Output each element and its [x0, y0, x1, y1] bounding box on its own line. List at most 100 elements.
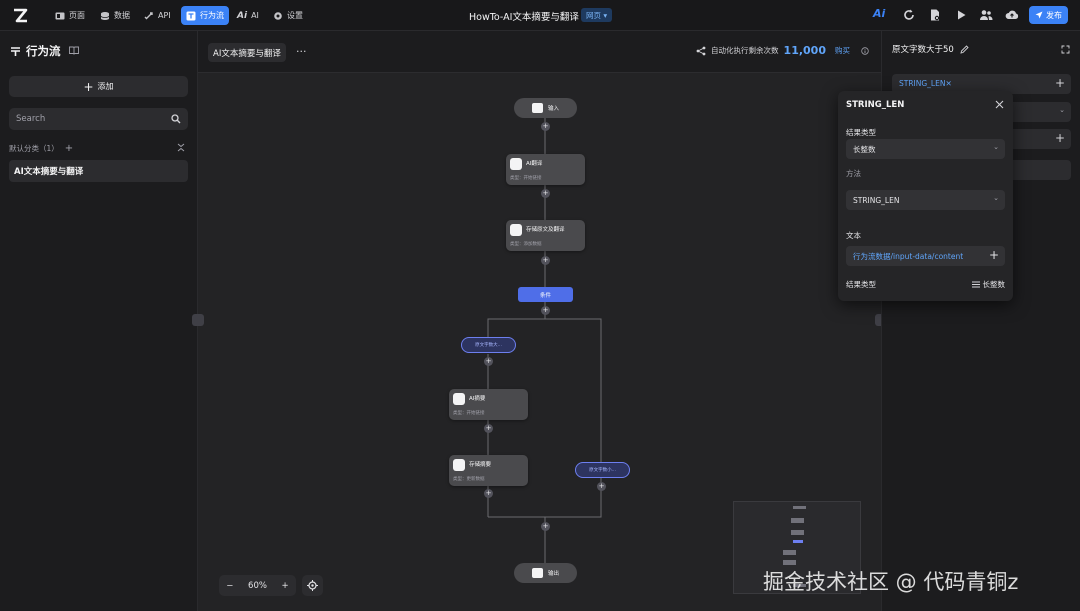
users-icon[interactable] — [979, 8, 993, 22]
nav-item-data[interactable]: 数据 — [95, 6, 135, 25]
output-node-icon — [532, 568, 543, 578]
crosshair-icon — [307, 580, 318, 591]
ai-translate-node[interactable]: AI翻译 类型：开始链接 — [506, 154, 585, 185]
add-icon[interactable]: + — [1055, 76, 1065, 90]
sidebar-title-text: 行为流 — [26, 44, 61, 58]
close-icon[interactable] — [995, 100, 1004, 109]
function-chip[interactable]: STRING_LEN✕ — [899, 79, 952, 88]
output-node[interactable]: 输出 — [514, 563, 577, 583]
ai-summary-node[interactable]: AI摘要 类型：开始链接 — [449, 389, 528, 420]
gear-icon — [274, 11, 282, 20]
nav-item-ai[interactable]: Ai AI — [232, 6, 264, 25]
ai-icon: Ai — [237, 10, 248, 21]
document-settings-icon[interactable] — [928, 8, 942, 22]
sidebar-title: 行为流 — [10, 43, 61, 59]
node-title: AI翻译 — [526, 161, 543, 167]
nav-item-api[interactable]: API — [139, 6, 176, 25]
info-icon[interactable] — [861, 46, 869, 55]
add-node-button[interactable]: + — [541, 306, 550, 315]
save-original-node[interactable]: 存储原文及翻译 类型：添加数据 — [506, 220, 585, 251]
share-nodes-icon — [696, 46, 706, 55]
add-node-button[interactable]: + — [484, 357, 493, 366]
add-node-button[interactable]: + — [484, 489, 493, 498]
nav-item-label: 行为流 — [200, 11, 224, 20]
save-summary-node[interactable]: 存储摘要 类型：更新数据 — [449, 455, 528, 486]
add-node-button[interactable]: + — [597, 482, 606, 491]
ai-assistant-icon[interactable]: Ai — [873, 7, 887, 21]
branch-node[interactable]: 原文字数大... — [461, 337, 516, 353]
add-label: 添加 — [97, 82, 114, 91]
input-node[interactable]: 输入 — [514, 98, 577, 118]
chat-icon — [453, 393, 465, 405]
nav-item-label: 页面 — [69, 11, 85, 20]
chat-icon — [510, 158, 522, 170]
plus-icon: + — [83, 79, 94, 94]
condition-title: 原文字数大于50 — [892, 43, 969, 55]
more-options-icon[interactable]: ··· — [296, 45, 307, 58]
add-node-button[interactable]: + — [484, 424, 493, 433]
search-placeholder: Search — [16, 114, 46, 124]
zoom-in-button[interactable]: + — [282, 581, 289, 591]
text-value: 行为流数据/input-data/content — [853, 251, 964, 261]
book-icon[interactable] — [69, 46, 79, 55]
publish-label: 发布 — [1046, 10, 1062, 20]
collapse-icon[interactable] — [177, 143, 185, 152]
result-type-display: 长整数 — [971, 279, 1005, 290]
add-node-button[interactable]: + — [541, 122, 550, 131]
database-icon — [510, 224, 522, 236]
logo-icon[interactable] — [12, 7, 29, 24]
branch-node[interactable]: 原文字数小... — [575, 462, 630, 478]
result-type-label: 结果类型 — [846, 280, 876, 289]
nav-item-flow[interactable]: 行为流 — [181, 6, 229, 25]
refresh-icon[interactable] — [902, 8, 916, 22]
zoom-out-button[interactable]: − — [226, 581, 233, 591]
function-config-popover: STRING_LEN 结果类型 长整数 ⌄ 方法 STRING_LEN ⌄ 文本… — [838, 91, 1013, 301]
nav-item-pages[interactable]: 页面 — [50, 6, 90, 25]
top-bar: 页面 数据 API 行为流 Ai AI 设置 HowTo-AI文本摘要与翻译 网… — [0, 0, 1080, 31]
quota-label: 自动化执行剩余次数 — [711, 46, 779, 55]
text-input-field[interactable]: 行为流数据/input-data/content + — [846, 246, 1005, 266]
api-icon — [144, 11, 153, 19]
add-node-button[interactable]: + — [541, 189, 550, 198]
add-icon[interactable]: + — [1055, 131, 1065, 145]
search-input[interactable]: Search — [9, 108, 188, 130]
page-type-dropdown[interactable]: 网页 ▾ — [581, 8, 613, 22]
add-node-button[interactable]: + — [541, 256, 550, 265]
input-node-icon — [532, 103, 543, 113]
method-label: 方法 — [846, 169, 861, 178]
add-flow-button[interactable]: + 添加 — [9, 76, 188, 97]
edit-icon[interactable] — [960, 44, 969, 54]
left-panel-toggle[interactable] — [192, 314, 204, 326]
nav-item-label: 设置 — [287, 11, 303, 20]
flow-tab[interactable]: AI文本摘要与翻译 — [208, 43, 286, 62]
chevron-down-icon: ⌄ — [993, 194, 999, 202]
condition-title-text: 原文字数大于50 — [892, 45, 954, 55]
add-category-icon[interactable]: + — [65, 143, 73, 154]
nav-item-label: API — [158, 11, 171, 20]
category-row[interactable]: 默认分类（1） + — [9, 142, 187, 154]
database-icon — [100, 11, 110, 20]
cloud-upload-icon[interactable] — [1005, 8, 1019, 22]
expand-icon[interactable] — [1061, 45, 1070, 54]
add-icon[interactable]: + — [989, 248, 999, 262]
app-title: HowTo-AI文本摘要与翻译 — [469, 12, 579, 23]
flow-list-item[interactable]: AI文本摘要与翻译 — [9, 160, 188, 182]
result-type-select[interactable]: 长整数 ⌄ — [846, 139, 1005, 159]
chevron-down-icon: ⌄ — [993, 143, 999, 151]
input-node-label: 输入 — [548, 106, 560, 112]
buy-link[interactable]: 购买 — [835, 45, 850, 56]
watermark: 掘金技术社区 @ 代码青铜z — [763, 570, 1019, 594]
node-subtitle: 类型：更新数据 — [453, 477, 485, 482]
publish-button[interactable]: 发布 — [1029, 6, 1068, 24]
node-title: 存储原文及翻译 — [526, 227, 565, 233]
list-icon — [971, 281, 980, 288]
method-select[interactable]: STRING_LEN ⌄ — [846, 190, 1005, 210]
locate-button[interactable] — [302, 575, 323, 596]
node-subtitle: 类型：添加数据 — [510, 242, 542, 247]
canvas-header: AI文本摘要与翻译 ··· 自动化执行剩余次数 11,000 购买 — [198, 31, 881, 73]
node-subtitle: 类型：开始链接 — [510, 176, 542, 181]
condition-node[interactable]: 条件 — [518, 287, 573, 302]
play-icon[interactable] — [954, 8, 968, 22]
nav-item-settings[interactable]: 设置 — [268, 6, 308, 25]
add-node-button[interactable]: + — [541, 522, 550, 531]
